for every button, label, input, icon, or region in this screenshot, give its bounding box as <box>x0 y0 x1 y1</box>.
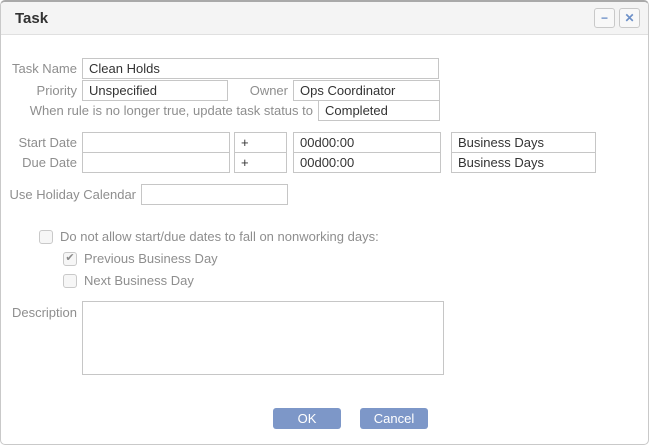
task-name-row: Task Name <box>1 58 648 79</box>
dialog-body: Task Name Priority Owner When rule is no… <box>1 58 648 429</box>
next-business-day-label[interactable]: Next Business Day <box>84 273 194 288</box>
priority-owner-row: Priority Owner <box>1 80 648 101</box>
nonworking-days-checkbox[interactable] <box>39 230 53 244</box>
due-date-plus-field[interactable] <box>234 152 287 173</box>
due-date-offset-input[interactable] <box>293 152 441 173</box>
due-date-label: Due Date <box>1 155 82 170</box>
minimize-icon: − <box>601 12 608 24</box>
due-date-unit-field[interactable] <box>451 152 596 173</box>
nonworking-days-row: Do not allow start/due dates to fall on … <box>39 229 648 244</box>
next-business-day-checkbox[interactable] <box>63 274 77 288</box>
due-date-input[interactable] <box>82 152 230 173</box>
previous-business-day-label[interactable]: Previous Business Day <box>84 251 218 266</box>
previous-business-day-checkbox[interactable]: ✔ <box>63 252 77 266</box>
nonworking-days-label[interactable]: Do not allow start/due dates to fall on … <box>60 229 379 244</box>
holiday-calendar-label: Use Holiday Calendar <box>1 187 141 202</box>
cancel-button[interactable]: Cancel <box>360 408 428 429</box>
ok-button[interactable]: OK <box>273 408 341 429</box>
start-date-unit-field[interactable] <box>451 132 596 153</box>
start-date-plus-field[interactable] <box>234 132 287 153</box>
start-date-offset-input[interactable] <box>293 132 441 153</box>
holiday-calendar-input[interactable] <box>141 184 288 205</box>
priority-label: Priority <box>1 83 82 98</box>
minimize-button[interactable]: − <box>594 8 615 28</box>
description-row: Description <box>1 301 648 375</box>
task-name-input[interactable] <box>82 58 439 79</box>
start-date-label: Start Date <box>1 135 82 150</box>
rule-status-label: When rule is no longer true, update task… <box>1 103 318 118</box>
previous-business-day-row: ✔ Previous Business Day <box>63 251 648 266</box>
titlebar: Task − ✕ <box>1 2 648 35</box>
due-date-row: Due Date <box>1 152 648 173</box>
button-row: OK Cancel <box>1 408 648 429</box>
next-business-day-row: Next Business Day <box>63 273 648 288</box>
task-name-label: Task Name <box>1 61 82 76</box>
owner-input[interactable] <box>293 80 440 101</box>
rule-status-input[interactable] <box>318 100 440 121</box>
holiday-calendar-row: Use Holiday Calendar <box>1 184 648 205</box>
close-icon: ✕ <box>624 12 634 24</box>
task-dialog: Task − ✕ Task Name Priority Owner When r… <box>0 0 649 445</box>
start-date-input[interactable] <box>82 132 230 153</box>
priority-input[interactable] <box>82 80 228 101</box>
check-icon: ✔ <box>65 253 74 264</box>
dialog-title: Task <box>15 10 590 27</box>
description-label: Description <box>1 301 82 320</box>
owner-label: Owner <box>228 83 293 98</box>
description-textarea[interactable] <box>82 301 444 375</box>
rule-status-row: When rule is no longer true, update task… <box>1 100 648 121</box>
start-date-row: Start Date <box>1 132 648 153</box>
close-button[interactable]: ✕ <box>619 8 640 28</box>
